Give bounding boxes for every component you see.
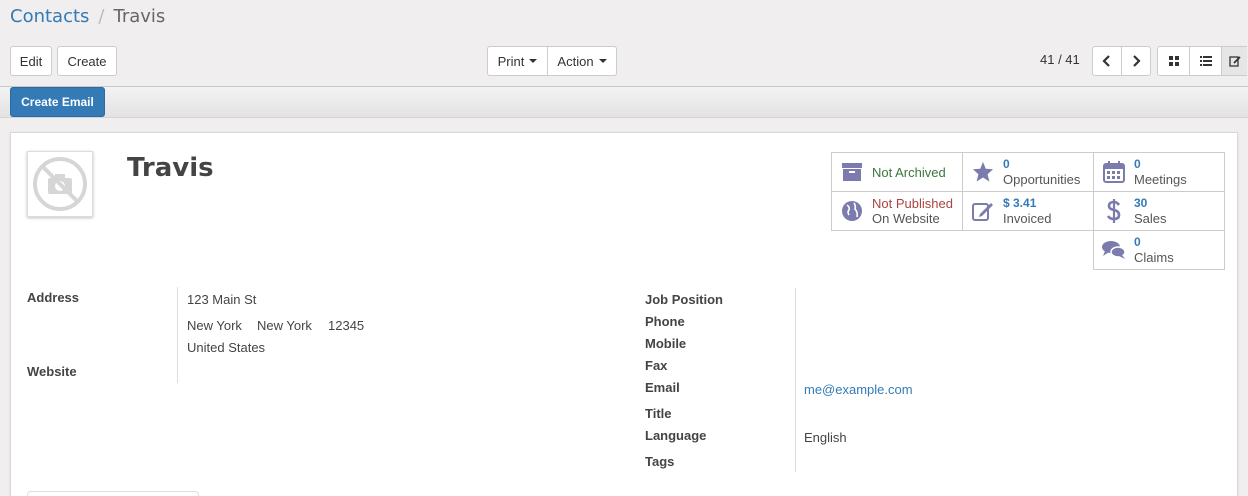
archive-status: Not Archived (872, 164, 946, 180)
breadcrumb-contacts-link[interactable]: Contacts (10, 6, 89, 27)
breadcrumb-current: Travis (113, 6, 166, 27)
action-label: Action (557, 53, 594, 69)
print-dropdown[interactable]: Print (487, 46, 548, 76)
edit-button[interactable]: Edit (10, 46, 52, 76)
opportunities-label: Opportunities (1003, 172, 1081, 187)
comments-icon (1094, 240, 1134, 260)
left-group-divider (177, 287, 178, 383)
website-publish-button[interactable]: Not Published On Website (831, 191, 963, 231)
opportunities-button[interactable]: 0 Opportunities (962, 152, 1094, 192)
kanban-icon (1168, 56, 1179, 66)
calendar-icon (1094, 161, 1134, 183)
pencil-square-icon (963, 200, 1003, 222)
invoiced-amount: $ 3.41 (1003, 196, 1037, 210)
pager-previous-button[interactable] (1092, 46, 1122, 76)
email-link[interactable]: me@example.com (804, 382, 913, 397)
invoiced-label: Invoiced (1003, 211, 1052, 226)
publish-sublabel: On Website (872, 211, 940, 226)
claims-label: Claims (1134, 250, 1174, 265)
globe-icon (832, 200, 872, 222)
meetings-count: 0 (1134, 157, 1141, 171)
chevron-right-icon (1133, 55, 1141, 67)
sales-button[interactable]: 30 Sales (1093, 191, 1225, 231)
breadcrumb: Contacts / Travis (10, 6, 165, 27)
kanban-view-button[interactable] (1157, 46, 1190, 76)
avatar[interactable] (27, 151, 93, 217)
archive-toggle-button[interactable]: Not Archived (831, 152, 963, 192)
dollar-icon (1094, 199, 1134, 223)
create-button[interactable]: Create (57, 46, 117, 76)
form-view-button[interactable] (1221, 46, 1247, 76)
no-image-camera-icon (33, 157, 87, 211)
sidebar-button-group: Print Action (487, 46, 617, 76)
claims-button[interactable]: 0 Claims (1093, 230, 1225, 270)
language-field[interactable]: English (804, 430, 847, 445)
chevron-left-icon (1102, 55, 1110, 67)
list-view-button[interactable] (1189, 46, 1222, 76)
invoiced-button[interactable]: $ 3.41 Invoiced (962, 191, 1094, 231)
job-position-label: Job Position (645, 292, 723, 307)
right-group-divider (795, 288, 796, 472)
opportunities-count: 0 (1003, 157, 1010, 171)
mobile-label: Mobile (645, 336, 687, 351)
archive-icon (832, 162, 872, 182)
meetings-button[interactable]: 0 Meetings (1093, 152, 1225, 192)
action-dropdown[interactable]: Action (547, 46, 617, 76)
city-field[interactable]: New York (187, 318, 242, 333)
zip-field[interactable]: 12345 (328, 318, 364, 333)
pager-buttons (1092, 46, 1151, 76)
view-switcher (1157, 46, 1247, 76)
caret-down-icon (529, 59, 538, 63)
claims-count: 0 (1134, 235, 1141, 249)
tags-label: Tags (645, 454, 675, 469)
edit-icon (1228, 56, 1241, 67)
address-label: Address (27, 290, 80, 305)
caret-down-icon (598, 59, 607, 63)
publish-status: Not Published (872, 196, 953, 211)
sales-count: 30 (1134, 196, 1148, 210)
title-label: Title (645, 406, 672, 421)
street-field[interactable]: 123 Main St (187, 292, 256, 307)
pager-next-button[interactable] (1121, 46, 1151, 76)
country-field[interactable]: United States (187, 340, 265, 355)
website-label: Website (27, 364, 77, 379)
state-field[interactable]: New York (257, 318, 312, 333)
pager-value[interactable]: 41 / 41 (1040, 52, 1080, 67)
print-label: Print (497, 53, 525, 69)
statusbar (0, 86, 1248, 118)
form-sheet: Travis Not Archived 0 Opportunities 0 Me (10, 132, 1238, 496)
fax-label: Fax (645, 358, 668, 373)
sales-label: Sales (1134, 211, 1167, 226)
email-label: Email (645, 380, 680, 395)
meetings-label: Meetings (1134, 172, 1187, 187)
breadcrumb-separator: / (98, 6, 105, 27)
create-email-button[interactable]: Create Email (10, 87, 105, 117)
partner-name[interactable]: Travis (127, 153, 214, 183)
notebook-tab[interactable] (27, 491, 199, 496)
list-icon (1199, 56, 1212, 66)
language-label: Language (645, 428, 707, 443)
phone-label: Phone (645, 314, 685, 329)
star-icon (963, 161, 1003, 183)
